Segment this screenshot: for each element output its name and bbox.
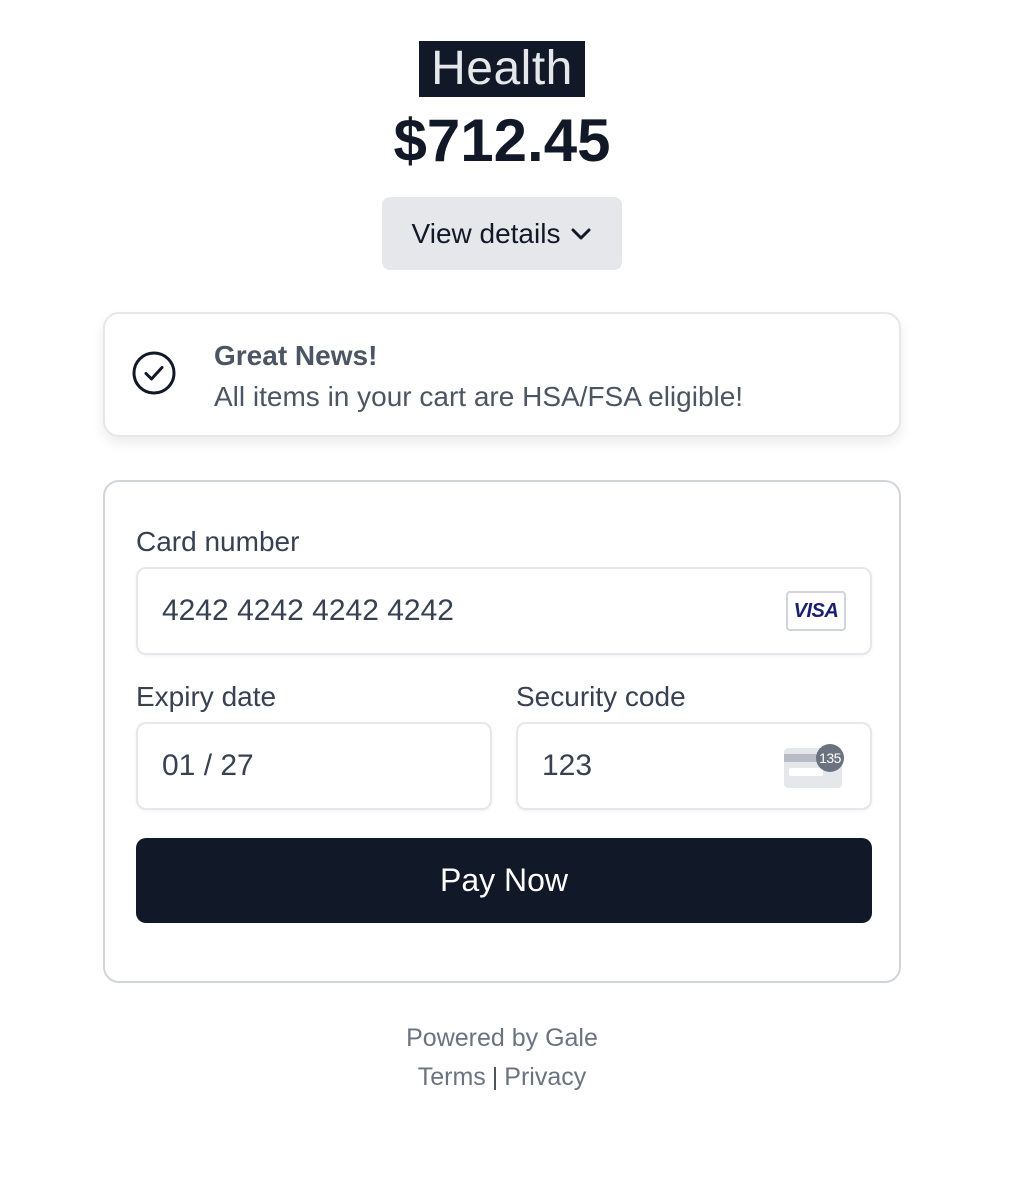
expiry-date-field[interactable] xyxy=(136,722,492,810)
hsa-eligibility-notice: Great News! All items in your cart are H… xyxy=(103,312,901,437)
footer-separator: | xyxy=(491,1063,499,1091)
notice-message: All items in your cart are HSA/FSA eligi… xyxy=(214,381,744,412)
cvc-card-icon: 135 xyxy=(784,744,844,790)
card-number-field[interactable]: VISA xyxy=(136,567,872,655)
terms-link[interactable]: Terms xyxy=(418,1063,486,1091)
pay-now-button[interactable]: Pay Now xyxy=(136,838,872,923)
security-code-label: Security code xyxy=(516,681,686,712)
signature-strip xyxy=(789,768,823,776)
security-code-input[interactable] xyxy=(542,724,762,808)
chevron-down-icon xyxy=(571,228,591,239)
payment-form: Card number VISA Expiry date Security co… xyxy=(103,480,901,983)
footer-links: Terms | Privacy xyxy=(0,1061,1004,1093)
cvc-hint-badge: 135 xyxy=(816,744,844,772)
privacy-link[interactable]: Privacy xyxy=(504,1063,586,1091)
footer: Powered by Gale Terms | Privacy xyxy=(0,1022,1004,1093)
powered-by-text: Powered by Gale xyxy=(406,1024,598,1052)
card-number-input[interactable] xyxy=(162,569,762,653)
notice-title: Great News! xyxy=(214,340,378,371)
expiry-date-input[interactable] xyxy=(162,724,462,808)
view-details-button[interactable]: View details xyxy=(382,197,622,270)
check-circle-icon xyxy=(132,351,176,395)
view-details-label: View details xyxy=(411,217,561,249)
merchant-name: Health xyxy=(419,41,585,97)
total-amount: $712.45 xyxy=(393,107,611,174)
visa-logo-icon: VISA xyxy=(786,591,846,631)
security-code-field[interactable]: 135 xyxy=(516,722,872,810)
checkout-page: Health $712.45 View details Great News! … xyxy=(0,0,1018,1180)
expiry-date-label: Expiry date xyxy=(136,681,277,712)
card-number-label: Card number xyxy=(136,526,300,557)
